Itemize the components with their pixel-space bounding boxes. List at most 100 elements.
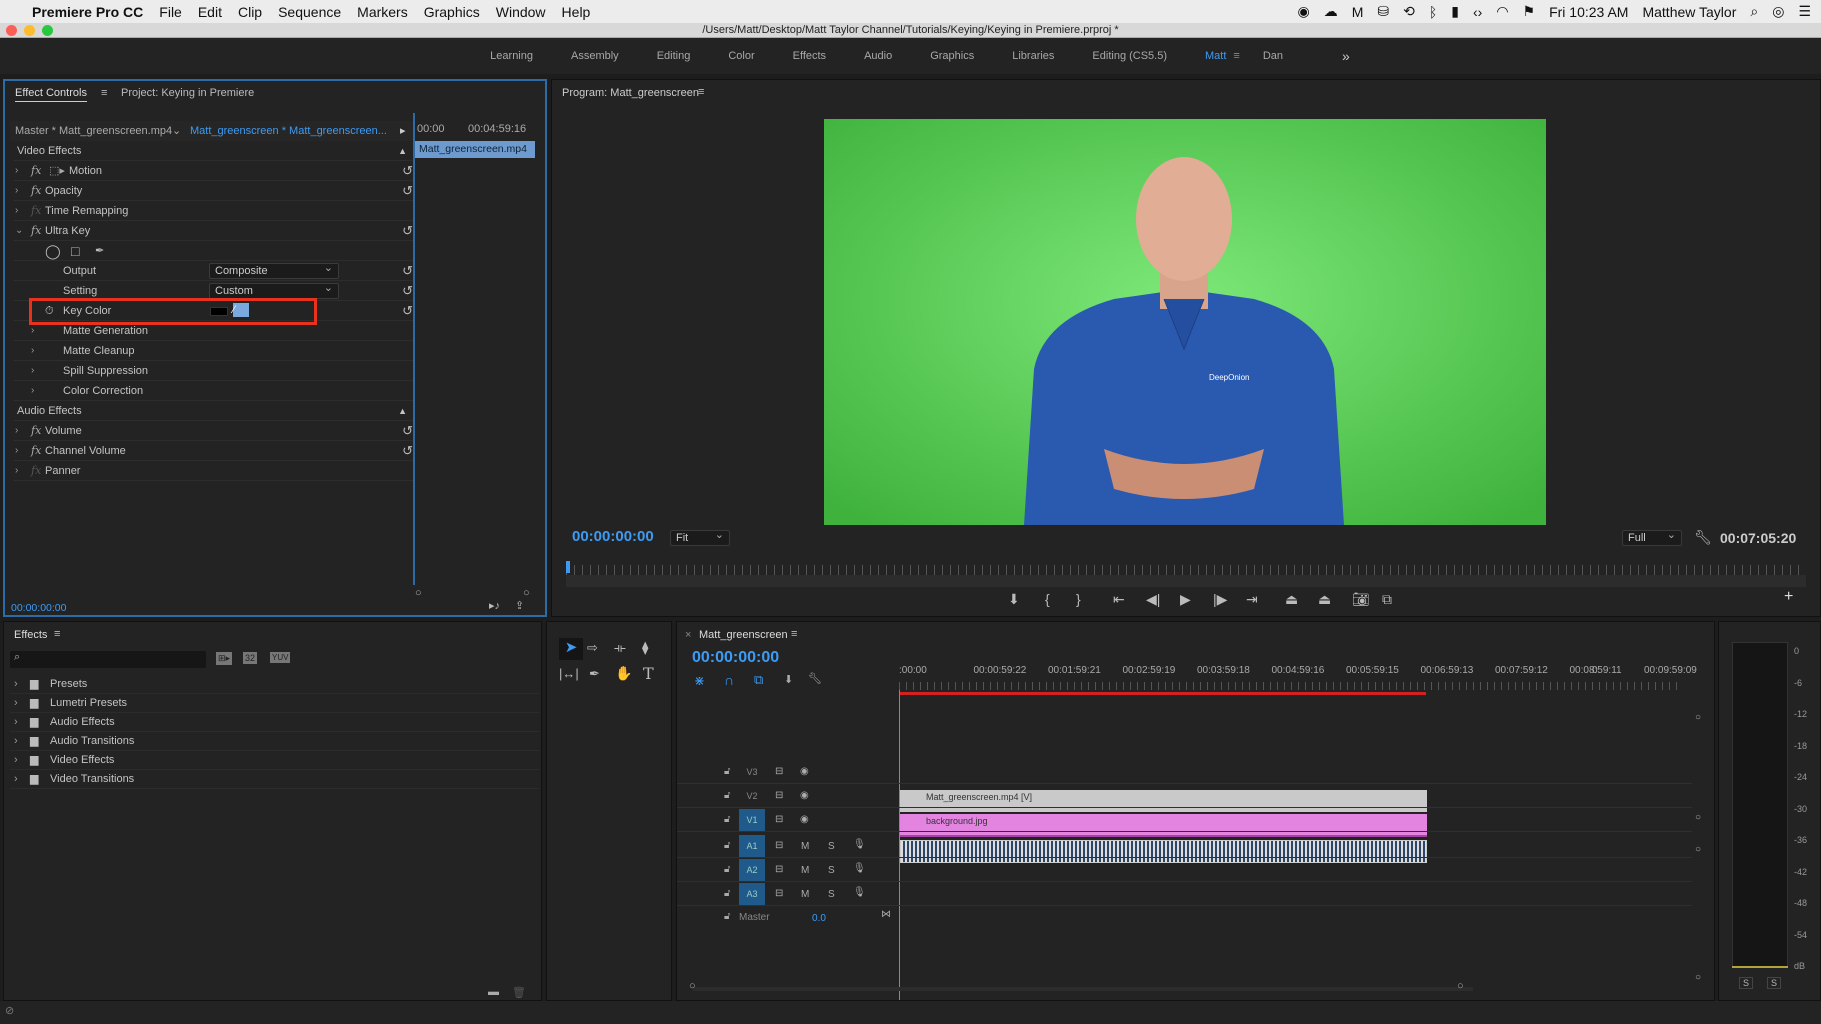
effects-folder-lumetri-presets[interactable]: ›▆Lumetri Presets bbox=[10, 694, 540, 713]
effect-row-time-remapping[interactable]: ›fxTime Remapping bbox=[13, 201, 413, 221]
microphone-icon[interactable]: 🎙︎ bbox=[853, 887, 866, 898]
minimize-window-button[interactable] bbox=[24, 25, 35, 36]
workspace-tab-dan[interactable]: Dan bbox=[1244, 50, 1302, 62]
trash-icon[interactable]: 🗑︎ bbox=[512, 986, 526, 999]
eye-icon[interactable]: ◉ bbox=[800, 814, 809, 825]
drive-icon[interactable]: ⛁ bbox=[1377, 3, 1389, 20]
reset-icon[interactable]: ↺ bbox=[402, 261, 413, 281]
chevron-right-icon[interactable]: › bbox=[15, 441, 18, 461]
track-target-v1[interactable]: V1 bbox=[739, 809, 765, 831]
workspace-tab-color[interactable]: Color bbox=[709, 50, 773, 62]
mute-button[interactable]: M bbox=[801, 865, 809, 876]
menu-help[interactable]: Help bbox=[562, 4, 591, 20]
ruler-ticks[interactable] bbox=[899, 682, 1679, 690]
chevron-right-icon[interactable]: › bbox=[14, 694, 18, 713]
mute-button[interactable]: M bbox=[801, 841, 809, 852]
fx-toggle-icon[interactable]: fx bbox=[31, 441, 41, 461]
mark-out-icon[interactable]: } bbox=[1076, 591, 1081, 607]
fx-toggle-icon[interactable]: fx bbox=[31, 421, 41, 441]
ellipse-mask-icon[interactable]: ◯ bbox=[45, 241, 61, 261]
chevron-down-icon[interactable]: ⌄ bbox=[172, 121, 181, 141]
go-to-out-icon[interactable]: ⇥ bbox=[1246, 591, 1258, 608]
app-menu[interactable]: Premiere Pro CC bbox=[32, 4, 143, 20]
step-back-icon[interactable]: ◀| bbox=[1146, 591, 1160, 608]
close-sequence-icon[interactable]: × bbox=[685, 629, 691, 641]
go-to-in-icon[interactable]: ⇤ bbox=[1113, 591, 1125, 608]
ultra-key-group-spill-suppression[interactable]: ›Spill Suppression bbox=[13, 361, 413, 381]
effect-controls-menu-icon[interactable]: ≡ bbox=[101, 87, 107, 99]
program-playhead[interactable] bbox=[566, 561, 570, 573]
menu-edit[interactable]: Edit bbox=[198, 4, 222, 20]
sync-lock-icon[interactable]: ⊟ bbox=[775, 864, 783, 875]
user-name[interactable]: Matthew Taylor bbox=[1642, 4, 1736, 20]
microphone-icon[interactable]: 🎙︎ bbox=[853, 863, 866, 874]
flag-icon[interactable]: ⚑ bbox=[1523, 3, 1536, 20]
new-bin-icon[interactable]: ▬ bbox=[488, 986, 499, 998]
pen-tool-icon[interactable]: ✒ bbox=[589, 666, 600, 682]
reset-icon[interactable]: ↺ bbox=[402, 301, 413, 321]
solo-button[interactable]: S bbox=[828, 865, 835, 876]
wrench-icon[interactable]: 🔧︎ bbox=[1694, 529, 1712, 546]
step-forward-icon[interactable]: |▶ bbox=[1213, 591, 1227, 608]
32-bit-filter-button[interactable]: 32 bbox=[243, 652, 257, 664]
effect-row-channel-volume[interactable]: ›fxChannel Volume↺ bbox=[13, 441, 413, 461]
workspace-tab-assembly[interactable]: Assembly bbox=[552, 50, 638, 62]
workspace-tab-editing[interactable]: Editing bbox=[638, 50, 710, 62]
track-lane-v1[interactable] bbox=[677, 809, 1692, 832]
mark-in-icon[interactable]: { bbox=[1045, 591, 1050, 607]
program-monitor-title[interactable]: Program: Matt_greenscreen bbox=[562, 87, 699, 99]
chevron-right-icon[interactable]: › bbox=[31, 321, 34, 341]
battery-icon[interactable]: ▮ bbox=[1451, 3, 1459, 20]
effects-menu-icon[interactable]: ≡ bbox=[54, 628, 60, 640]
video-frame[interactable]: DeepOnion bbox=[824, 119, 1546, 525]
track-scroll-handle[interactable]: ○ bbox=[1695, 972, 1701, 983]
track-select-tool-icon[interactable]: ⇨ bbox=[587, 640, 598, 656]
record-icon[interactable]: ◉ bbox=[1298, 3, 1310, 20]
ultra-key-group-matte-cleanup[interactable]: ›Matte Cleanup bbox=[13, 341, 413, 361]
solo-left-button[interactable]: S bbox=[1739, 977, 1753, 989]
effects-folder-audio-effects[interactable]: ›▆Audio Effects bbox=[10, 713, 540, 732]
export-frame-icon[interactable]: 📷︎ bbox=[1352, 591, 1370, 608]
fx-toggle-icon[interactable]: fx bbox=[31, 221, 41, 241]
track-lock-icon[interactable]: 🔓︎ bbox=[724, 790, 730, 801]
workspace-tab-effects[interactable]: Effects bbox=[774, 50, 845, 62]
fx-toggle-icon[interactable]: fx bbox=[31, 161, 41, 181]
spotlight-search-icon[interactable]: ⌕ bbox=[1750, 3, 1758, 20]
eye-icon[interactable]: ◉ bbox=[800, 790, 809, 801]
solo-button[interactable]: S bbox=[828, 889, 835, 900]
pen-mask-icon[interactable]: ✒ bbox=[95, 241, 104, 261]
chevron-right-icon[interactable]: › bbox=[15, 181, 18, 201]
setting-select[interactable]: Custom bbox=[209, 283, 339, 299]
chevron-right-icon[interactable]: › bbox=[14, 675, 18, 694]
program-menu-icon[interactable]: ≡ bbox=[698, 86, 704, 98]
track-scroll-handle[interactable]: ○ bbox=[1695, 844, 1701, 855]
workspace-tab-editing-cs5-5-[interactable]: Editing (CS5.5) bbox=[1073, 50, 1186, 62]
ec-playhead[interactable] bbox=[413, 113, 415, 585]
chevron-right-icon[interactable]: › bbox=[14, 770, 18, 789]
workspace-overflow-icon[interactable]: » bbox=[1342, 48, 1350, 64]
reset-icon[interactable]: ↺ bbox=[402, 221, 413, 241]
chevron-right-icon[interactable]: › bbox=[15, 201, 18, 221]
snap-icon[interactable]: ∩ bbox=[724, 672, 734, 688]
ec-zoom-handle-right[interactable]: ○ bbox=[523, 587, 530, 599]
creative-cloud-icon[interactable]: ☁ bbox=[1324, 3, 1338, 20]
export-icon[interactable]: ⇪ bbox=[515, 599, 524, 612]
solo-button[interactable]: S bbox=[828, 841, 835, 852]
tab-effect-controls[interactable]: Effect Controls bbox=[15, 87, 87, 102]
workspace-tab-learning[interactable]: Learning bbox=[471, 50, 552, 62]
track-target-v3[interactable]: V3 bbox=[739, 761, 765, 783]
wifi-icon[interactable]: ◠ bbox=[1496, 3, 1508, 20]
slip-tool-icon[interactable]: |↔| bbox=[559, 666, 579, 681]
effect-row-panner[interactable]: ›fxPanner bbox=[13, 461, 413, 481]
reset-icon[interactable]: ↺ bbox=[402, 421, 413, 441]
chevron-right-icon[interactable]: › bbox=[31, 341, 34, 361]
chevron-right-icon[interactable]: › bbox=[31, 361, 34, 381]
ultra-key-group-color-correction[interactable]: ›Color Correction bbox=[13, 381, 413, 401]
sync-lock-icon[interactable]: ⊟ bbox=[775, 790, 783, 801]
effect-row-opacity[interactable]: ›fxOpacity↺ bbox=[13, 181, 413, 201]
menu-clip[interactable]: Clip bbox=[238, 4, 262, 20]
effects-search-input[interactable]: ⌕ bbox=[10, 651, 206, 668]
extract-icon[interactable]: ⏏ bbox=[1318, 591, 1331, 608]
effects-folder-presets[interactable]: ›▆Presets bbox=[10, 675, 540, 694]
chevron-down-icon[interactable]: ⌄ bbox=[15, 221, 23, 241]
